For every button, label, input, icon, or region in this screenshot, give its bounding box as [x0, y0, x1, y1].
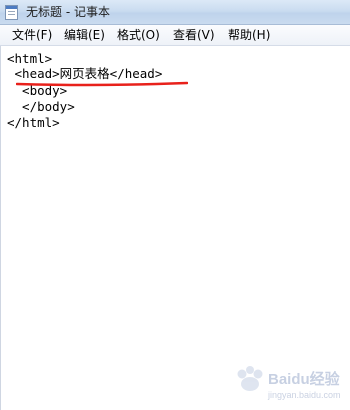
menu-bar: 文件(F) 编辑(E) 格式(O) 查看(V) 帮助(H) [0, 25, 350, 46]
menu-help[interactable]: 帮助(H) [228, 27, 270, 43]
menu-view[interactable]: 查看(V) [173, 27, 215, 43]
title-bar[interactable]: 无标题 - 记事本 [0, 0, 350, 25]
baidu-watermark: Baidu经验 jingyan.baidu.com [237, 366, 341, 400]
code-line-2: <head>网页表格</head> [7, 66, 163, 81]
window-title: 无标题 - 记事本 [26, 5, 110, 19]
menu-format[interactable]: 格式(O) [117, 27, 160, 43]
code-line-5: </html> [7, 115, 60, 130]
watermark-logo-text: Baidu经验 [268, 370, 341, 388]
red-underline-annotation [16, 81, 188, 87]
watermark-site-text: jingyan.baidu.com [267, 390, 341, 400]
menu-edit[interactable]: 编辑(E) [64, 27, 105, 43]
notepad-icon [5, 5, 18, 20]
menu-file[interactable]: 文件(F) [12, 27, 52, 43]
code-line-4: </body> [7, 99, 75, 114]
notepad-window: 无标题 - 记事本 文件(F) 编辑(E) 格式(O) 查看(V) 帮助(H) … [0, 0, 350, 410]
code-line-1: <html> [7, 51, 53, 66]
